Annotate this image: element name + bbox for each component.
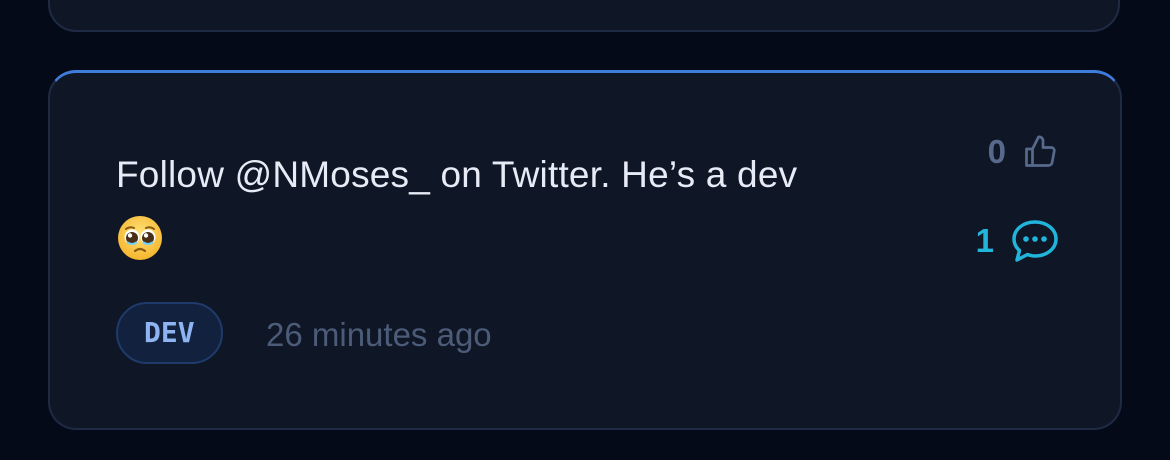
post-text: Follow @NMoses_ on Twitter. He’s a dev xyxy=(116,154,798,195)
comment-stat[interactable]: 1 xyxy=(976,218,1060,264)
like-count: 0 xyxy=(987,133,1006,170)
chat-bubble-icon[interactable] xyxy=(1010,218,1060,264)
post-timestamp: 26 minutes ago xyxy=(266,316,492,353)
previous-post-card xyxy=(48,0,1120,32)
post-body: Follow @NMoses_ on Twitter. He’s a dev xyxy=(116,143,946,271)
category-tag[interactable]: DEV xyxy=(116,302,223,364)
comment-count: 1 xyxy=(975,222,994,259)
pleading-face-emoji-icon xyxy=(116,214,164,262)
post-card[interactable]: Follow @NMoses_ on Twitter. He’s a dev 0… xyxy=(48,70,1122,430)
like-stat[interactable]: 0 xyxy=(988,133,1058,171)
thumbs-up-icon[interactable] xyxy=(1022,134,1058,170)
